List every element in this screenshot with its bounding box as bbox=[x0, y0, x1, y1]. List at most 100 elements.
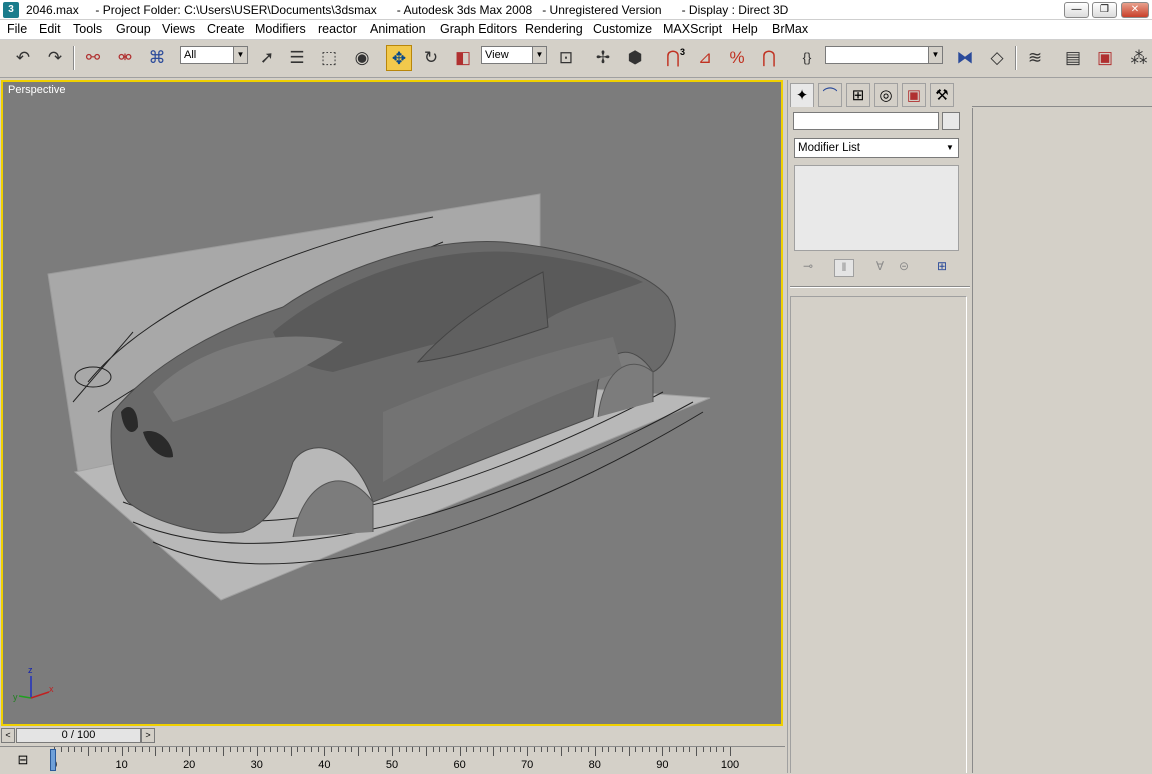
rollout-area[interactable] bbox=[790, 296, 967, 773]
modifier-list-dropdown[interactable]: Modifier List ▼ bbox=[794, 138, 959, 158]
stack-buttons: ⊸ ‖ ∀ ⊝ ⊞ bbox=[794, 257, 959, 279]
toolbar-separator bbox=[73, 46, 75, 70]
select-and-manipulate-icon[interactable]: ✢ bbox=[590, 45, 616, 71]
ruler-tick bbox=[182, 747, 184, 752]
modifier-stack[interactable] bbox=[794, 165, 959, 251]
use-pivot-center-icon[interactable]: ⊡ bbox=[553, 45, 579, 71]
ruler-tick bbox=[128, 747, 130, 752]
select-and-rotate-icon[interactable]: ↻ bbox=[418, 45, 444, 71]
material-editor-icon[interactable]: ⁂ bbox=[1126, 45, 1152, 71]
frame-ruler[interactable]: 0102030405060708090100 bbox=[51, 747, 785, 774]
ruler-tick bbox=[351, 747, 353, 752]
motion-tab-icon[interactable]: ◎ bbox=[874, 83, 898, 107]
select-object-icon[interactable]: ➚ bbox=[254, 45, 280, 71]
keyboard-shortcut-override-icon[interactable]: ⬢ bbox=[622, 45, 648, 71]
modify-tab-icon[interactable]: ⌒ bbox=[818, 83, 842, 107]
select-and-link-icon[interactable]: ⚯ bbox=[80, 45, 106, 71]
bind-to-space-warp-icon[interactable]: ⌘ bbox=[144, 45, 170, 71]
rectangular-selection-icon[interactable]: ⬚ bbox=[316, 45, 342, 71]
menu-help[interactable]: Help bbox=[732, 22, 758, 36]
reference-coordinate-dropdown[interactable]: View ▼ bbox=[481, 46, 547, 64]
utilities-tab-icon[interactable]: ⚒ bbox=[930, 83, 954, 107]
layer-manager-icon[interactable]: ≋ bbox=[1022, 45, 1048, 71]
ruler-tick bbox=[702, 747, 704, 752]
make-unique-icon[interactable]: ∀ bbox=[870, 259, 890, 277]
show-end-result-icon[interactable]: ‖ bbox=[834, 259, 854, 277]
selection-filter-dropdown[interactable]: All ▼ bbox=[180, 46, 248, 64]
ruler-tick bbox=[358, 747, 360, 756]
redo-icon[interactable]: ↷ bbox=[42, 45, 68, 71]
object-color-swatch[interactable] bbox=[942, 112, 960, 130]
ruler-tick bbox=[621, 747, 623, 752]
mirror-icon[interactable]: ⧓ bbox=[952, 45, 978, 71]
ruler-tick bbox=[655, 747, 657, 752]
align-icon[interactable]: ◇ bbox=[984, 45, 1010, 71]
window-crossing-icon[interactable]: ◉ bbox=[349, 45, 375, 71]
ruler-tick bbox=[594, 747, 596, 756]
maximize-button[interactable]: ❐ bbox=[1092, 2, 1117, 18]
ruler-tick bbox=[310, 747, 312, 752]
menu-animation[interactable]: Animation bbox=[370, 22, 426, 36]
remove-modifier-icon[interactable]: ⊝ bbox=[894, 259, 914, 277]
time-slider[interactable]: 0 / 100 bbox=[16, 728, 141, 743]
ruler-tick bbox=[581, 747, 583, 752]
undo-icon[interactable]: ↶ bbox=[10, 45, 36, 71]
object-name-field[interactable] bbox=[793, 112, 939, 130]
menu-tools[interactable]: Tools bbox=[73, 22, 102, 36]
spinner-snap-icon[interactable]: ⋂ bbox=[756, 45, 782, 71]
ruler-tick bbox=[121, 747, 123, 756]
ruler-tick bbox=[730, 747, 731, 756]
open-mini-curve-editor-icon[interactable]: ⊟ bbox=[13, 750, 33, 770]
menu-file[interactable]: File bbox=[7, 22, 27, 36]
menu-create[interactable]: Create bbox=[207, 22, 245, 36]
track-bar[interactable]: ⊟ 0102030405060708090100 bbox=[0, 746, 785, 773]
menu-edit[interactable]: Edit bbox=[39, 22, 61, 36]
select-and-move-icon[interactable]: ✥ bbox=[386, 45, 412, 71]
menu-maxscript[interactable]: MAXScript bbox=[663, 22, 722, 36]
selection-filter-value: All bbox=[184, 49, 197, 61]
menu-group[interactable]: Group bbox=[116, 22, 151, 36]
time-slider-prev-button[interactable]: < bbox=[1, 728, 15, 743]
create-tab-icon[interactable]: ✦ bbox=[790, 83, 814, 107]
select-and-scale-icon[interactable]: ◧ bbox=[450, 45, 476, 71]
curve-editor-icon[interactable]: ▤ bbox=[1060, 45, 1086, 71]
ref-coord-value: View bbox=[485, 49, 509, 61]
ruler-tick bbox=[162, 747, 164, 752]
ruler-tick bbox=[229, 747, 231, 752]
perspective-viewport[interactable]: Perspective z x y bbox=[1, 80, 783, 726]
ruler-label: 20 bbox=[183, 759, 196, 771]
configure-modifier-sets-icon[interactable]: ⊞ bbox=[932, 259, 952, 277]
angle-snap-icon[interactable]: ⊿ bbox=[692, 45, 718, 71]
ruler-tick bbox=[223, 747, 224, 756]
ruler-label: 100 bbox=[720, 759, 740, 771]
schematic-view-icon[interactable]: ▣ bbox=[1092, 45, 1118, 71]
menu-rendering[interactable]: Rendering bbox=[525, 22, 583, 36]
pin-stack-icon[interactable]: ⊸ bbox=[798, 259, 818, 277]
unlink-selection-icon[interactable]: ⚮ bbox=[112, 45, 138, 71]
current-frame-marker[interactable] bbox=[50, 749, 56, 771]
display-tab-icon[interactable]: ▣ bbox=[902, 83, 926, 107]
chevron-down-icon: ▼ bbox=[532, 47, 546, 63]
menu-customize[interactable]: Customize bbox=[593, 22, 652, 36]
snaps-toggle-icon[interactable]: ⋂ 3 bbox=[660, 45, 686, 71]
menu-graph-editors[interactable]: Graph Editors bbox=[440, 22, 517, 36]
close-button[interactable]: ✕ bbox=[1121, 2, 1149, 18]
chevron-down-icon: ▼ bbox=[928, 47, 942, 63]
minimize-button[interactable]: — bbox=[1064, 2, 1089, 18]
hierarchy-tab-icon[interactable]: ⊞ bbox=[846, 83, 870, 107]
menu-views[interactable]: Views bbox=[162, 22, 195, 36]
ruler-tick bbox=[101, 747, 103, 752]
ruler-tick bbox=[723, 747, 725, 752]
named-selection-sets-dropdown[interactable]: ▼ bbox=[825, 46, 943, 64]
percent-snap-icon[interactable]: % bbox=[724, 45, 750, 71]
title-bar: 3 2046.max - Project Folder: C:\Users\US… bbox=[0, 0, 1152, 20]
3dsmax-app-icon[interactable]: 3 bbox=[3, 2, 19, 18]
menu-reactor[interactable]: reactor bbox=[318, 22, 357, 36]
edit-named-selection-icon[interactable]: {} bbox=[794, 45, 820, 71]
menu-modifiers[interactable]: Modifiers bbox=[255, 22, 306, 36]
time-slider-next-button[interactable]: > bbox=[141, 728, 155, 743]
select-by-name-icon[interactable]: ☰ bbox=[284, 45, 310, 71]
ruler-tick bbox=[250, 747, 252, 752]
ruler-tick bbox=[459, 747, 461, 756]
menu-brmax[interactable]: BrMax bbox=[772, 22, 808, 36]
